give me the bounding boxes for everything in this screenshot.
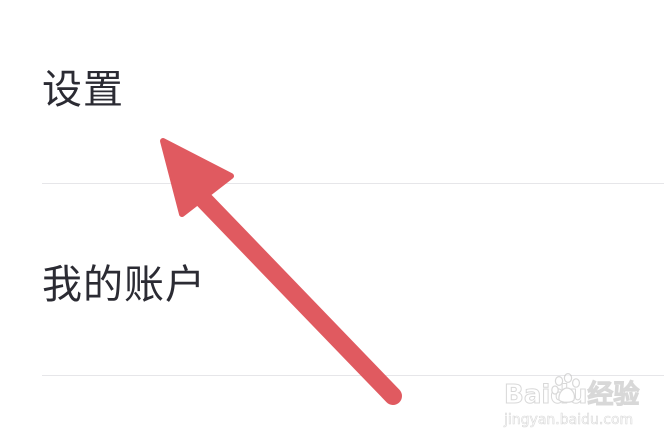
divider (42, 375, 664, 376)
menu-item-settings-label: 设置 (42, 67, 124, 113)
menu-item-my-account-label: 我的账户 (42, 262, 206, 308)
settings-menu-list: 设置 我的账户 (0, 0, 664, 440)
divider (42, 183, 664, 184)
menu-item-settings[interactable]: 设置 (0, 0, 664, 184)
menu-item-my-account[interactable]: 我的账户 (0, 185, 664, 375)
